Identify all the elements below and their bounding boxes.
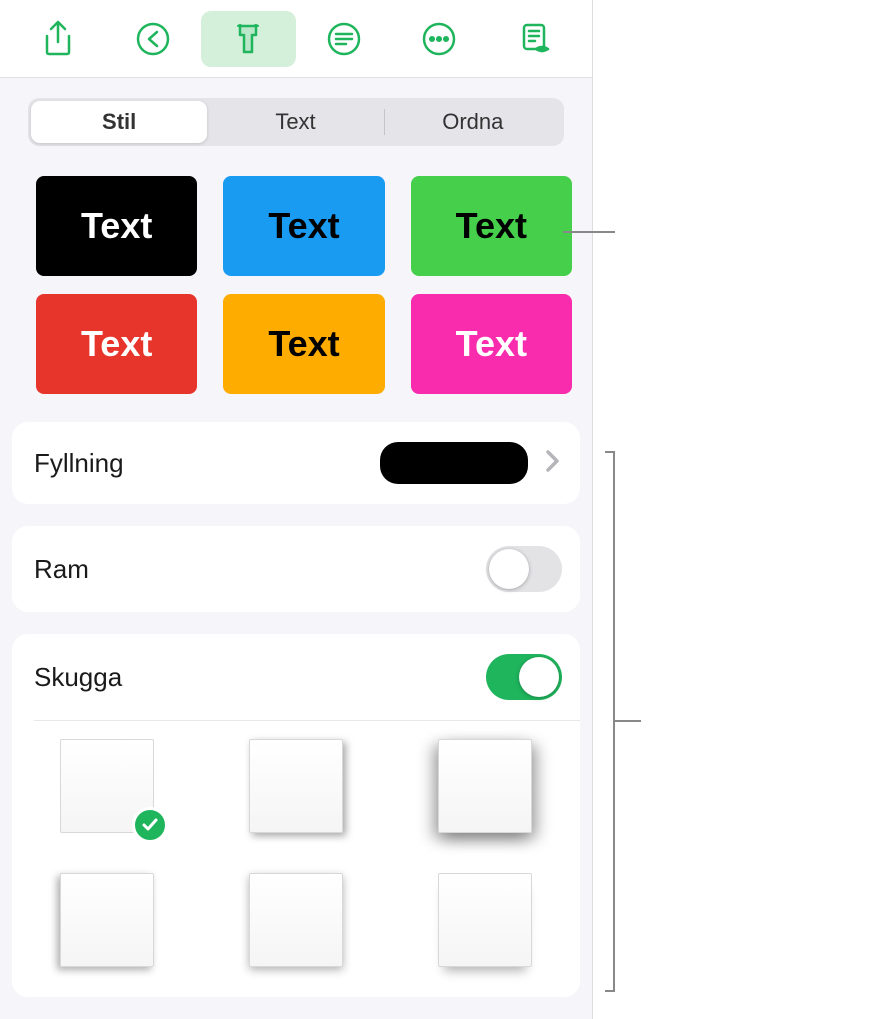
preset-label: Text bbox=[81, 205, 152, 247]
shadow-option-5[interactable] bbox=[249, 873, 343, 967]
share-button[interactable] bbox=[10, 11, 105, 67]
frame-row-group: Ram bbox=[12, 526, 580, 612]
reading-view-button[interactable] bbox=[487, 11, 582, 67]
chevron-right-icon bbox=[544, 448, 562, 479]
tab-label: Ordna bbox=[442, 109, 503, 135]
preset-label: Text bbox=[268, 323, 339, 365]
fill-color-swatch bbox=[380, 442, 528, 484]
frame-row: Ram bbox=[12, 526, 580, 612]
top-toolbar bbox=[0, 0, 592, 78]
shadow-option-6[interactable] bbox=[438, 873, 532, 967]
shadow-row: Skugga bbox=[12, 634, 580, 720]
preset-red[interactable]: Text bbox=[36, 294, 197, 394]
preset-label: Text bbox=[456, 323, 527, 365]
shadow-options bbox=[12, 721, 580, 997]
style-presets: Text Text Text Text Text Text bbox=[36, 176, 572, 394]
preset-label: Text bbox=[268, 205, 339, 247]
shadow-option-1[interactable] bbox=[60, 739, 154, 833]
callout-line-options bbox=[613, 720, 641, 722]
undo-button[interactable] bbox=[105, 11, 200, 67]
tab-style[interactable]: Stil bbox=[31, 101, 207, 143]
text-options-button[interactable] bbox=[296, 11, 391, 67]
preset-label: Text bbox=[81, 323, 152, 365]
frame-toggle[interactable] bbox=[486, 546, 562, 592]
format-button[interactable] bbox=[201, 11, 296, 67]
tab-text[interactable]: Text bbox=[207, 101, 383, 143]
tab-arrange[interactable]: Ordna bbox=[385, 101, 561, 143]
tab-label: Text bbox=[275, 109, 315, 135]
preset-blue[interactable]: Text bbox=[223, 176, 384, 276]
shadow-option-2[interactable] bbox=[249, 739, 343, 833]
shadow-row-group: Skugga bbox=[12, 634, 580, 997]
callout-area bbox=[593, 0, 896, 1019]
tab-label: Stil bbox=[102, 109, 136, 135]
shadow-option-3[interactable] bbox=[438, 739, 532, 833]
preset-pink[interactable]: Text bbox=[411, 294, 572, 394]
preset-label: Text bbox=[456, 205, 527, 247]
format-panel: Stil Text Ordna Text Text Text Text bbox=[0, 0, 593, 1019]
shadow-toggle[interactable] bbox=[486, 654, 562, 700]
frame-label: Ram bbox=[34, 554, 486, 585]
shadow-option-4[interactable] bbox=[60, 873, 154, 967]
more-button[interactable] bbox=[391, 11, 486, 67]
fill-row[interactable]: Fyllning bbox=[12, 422, 580, 504]
check-icon bbox=[132, 807, 168, 843]
preset-black[interactable]: Text bbox=[36, 176, 197, 276]
format-tabs: Stil Text Ordna bbox=[28, 98, 564, 146]
fill-row-group: Fyllning bbox=[12, 422, 580, 504]
preset-orange[interactable]: Text bbox=[223, 294, 384, 394]
callout-bracket-bottom bbox=[605, 990, 615, 992]
callout-bracket-top bbox=[605, 451, 615, 453]
fill-label: Fyllning bbox=[34, 448, 380, 479]
preset-green[interactable]: Text bbox=[411, 176, 572, 276]
shadow-label: Skugga bbox=[34, 662, 486, 693]
callout-line-presets bbox=[563, 231, 615, 233]
style-rows: Fyllning Ram bbox=[12, 422, 580, 1019]
